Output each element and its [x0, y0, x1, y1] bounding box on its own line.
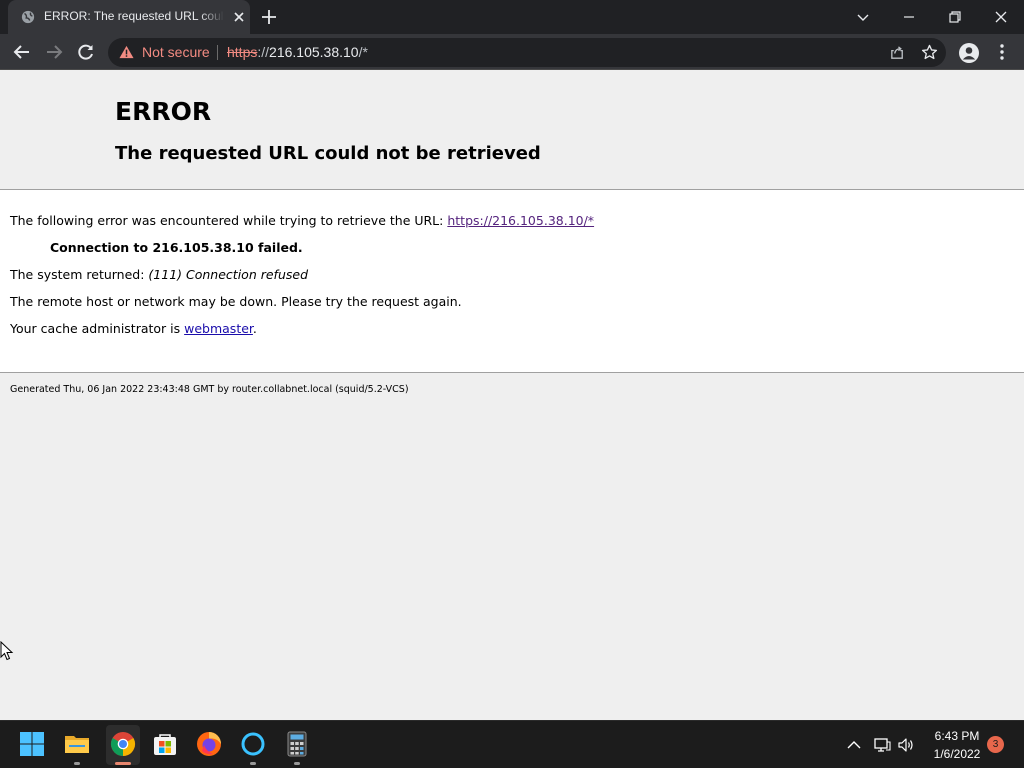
- chrome-icon[interactable]: [110, 731, 136, 757]
- url-scheme: https: [227, 44, 258, 60]
- forward-arrow-icon[interactable]: [44, 42, 64, 62]
- error-header: ERROR The requested URL could not be ret…: [0, 71, 1024, 190]
- warning-icon[interactable]: [119, 45, 134, 59]
- notification-badge[interactable]: 3: [987, 736, 1004, 753]
- system-returned-value: (111) Connection refused: [148, 267, 308, 282]
- error-detail: Connection to 216.105.38.10 failed.: [50, 240, 303, 255]
- error-subtitle: The requested URL could not be retrieved: [115, 143, 541, 164]
- calculator-icon[interactable]: [284, 731, 310, 757]
- error-content: The following error was encountered whil…: [0, 190, 1024, 373]
- intro-line: The following error was encountered whil…: [10, 213, 594, 228]
- chevron-up-icon[interactable]: [845, 736, 863, 754]
- network-icon[interactable]: [873, 736, 891, 754]
- minimize-icon[interactable]: [899, 7, 919, 27]
- url-text[interactable]: https://216.105.38.10/*: [227, 44, 368, 60]
- browser-toolbar: Not secure https://216.105.38.10/*: [0, 34, 1024, 70]
- tab-title: ERROR: The requested URL could not be re…: [44, 9, 224, 23]
- address-bar[interactable]: Not secure https://216.105.38.10/*: [108, 38, 946, 67]
- reload-icon[interactable]: [76, 42, 96, 62]
- intro-text: The following error was encountered whil…: [10, 213, 448, 228]
- back-arrow-icon[interactable]: [12, 42, 32, 62]
- webmaster-link[interactable]: webmaster: [184, 321, 253, 336]
- clock-time: 6:43 PM: [934, 729, 980, 743]
- clock-date: 1/6/2022: [933, 747, 981, 761]
- close-window-icon[interactable]: [991, 7, 1011, 27]
- calculator-indicator: [294, 762, 300, 765]
- taskbar-clock[interactable]: 6:43 PM 1/6/2022: [924, 728, 990, 762]
- web-page: ERROR The requested URL could not be ret…: [0, 71, 1024, 720]
- restore-icon[interactable]: [945, 7, 965, 27]
- error-title: ERROR: [115, 97, 212, 126]
- security-label[interactable]: Not secure: [142, 44, 210, 60]
- cache-admin-suffix: .: [252, 321, 257, 336]
- requested-url-link[interactable]: https://216.105.38.10/*: [447, 213, 594, 228]
- cortana-indicator: [250, 762, 256, 765]
- close-tab-icon[interactable]: [232, 10, 246, 24]
- firefox-icon[interactable]: [196, 731, 222, 757]
- cache-admin-text: Your cache administrator is: [10, 321, 185, 336]
- new-tab-icon[interactable]: [260, 8, 278, 26]
- start-icon[interactable]: [19, 731, 45, 757]
- windows-taskbar: 6:43 PM 1/6/2022 3: [0, 720, 1024, 768]
- url-host: 216.105.38.10: [269, 44, 359, 60]
- more-menu-icon[interactable]: [995, 42, 1009, 62]
- system-returned-line: The system returned: (111) Connection re…: [10, 267, 308, 282]
- cache-admin-line: Your cache administrator is webmaster.: [10, 321, 257, 336]
- bookmark-star-icon[interactable]: [921, 44, 938, 61]
- address-separator: [217, 45, 218, 60]
- file-explorer-indicator: [74, 762, 80, 765]
- generated-footer: Generated Thu, 06 Jan 2022 23:43:48 GMT …: [10, 384, 409, 395]
- globe-icon: [21, 10, 35, 24]
- browser-tab[interactable]: ERROR: The requested URL could not be re…: [8, 0, 250, 34]
- chrome-indicator: [115, 762, 131, 765]
- file-explorer-icon[interactable]: [64, 731, 90, 757]
- tab-search-icon[interactable]: [853, 7, 873, 27]
- url-path: /*: [358, 44, 368, 60]
- cortana-icon[interactable]: [240, 731, 266, 757]
- mouse-cursor-icon: [0, 641, 14, 661]
- share-icon[interactable]: [889, 44, 906, 61]
- profile-icon[interactable]: [958, 42, 980, 64]
- url-scheme-separator: ://: [257, 44, 270, 60]
- browser-titlebar: ERROR: The requested URL could not be re…: [0, 0, 1024, 34]
- volume-icon[interactable]: [897, 736, 915, 754]
- remote-host-line: The remote host or network may be down. …: [10, 294, 462, 309]
- system-returned-label: The system returned:: [10, 267, 149, 282]
- store-icon[interactable]: [152, 731, 178, 757]
